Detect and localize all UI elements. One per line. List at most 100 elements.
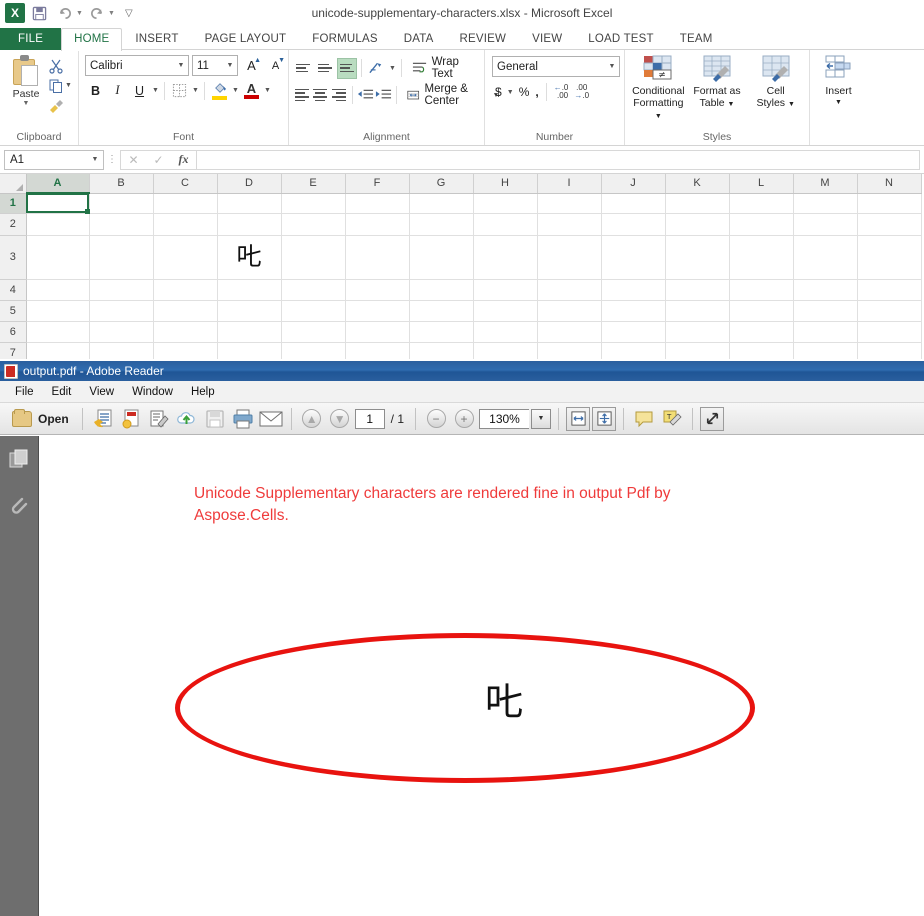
cell-g5[interactable]: [409, 300, 473, 321]
number-format-dropdown-icon[interactable]: ▼: [605, 63, 619, 70]
copy-button[interactable]: ▼: [48, 76, 73, 95]
increase-font-size-button[interactable]: A▲: [241, 55, 262, 76]
cell-j5[interactable]: [601, 300, 665, 321]
cell-l1[interactable]: [729, 193, 793, 213]
cut-button[interactable]: [48, 56, 73, 75]
menu-edit[interactable]: Edit: [43, 384, 81, 400]
cell-l2[interactable]: [729, 213, 793, 235]
wrap-text-button[interactable]: Wrap Text: [406, 56, 480, 80]
email-file-button[interactable]: [258, 406, 284, 432]
cell-l3[interactable]: [729, 235, 793, 279]
font-name-combobox[interactable]: Calibri ▼: [85, 55, 189, 76]
row-header-1[interactable]: 1: [0, 193, 26, 213]
paste-dropdown-icon[interactable]: ▼: [23, 100, 30, 107]
cell-j3[interactable]: [601, 235, 665, 279]
cell-l4[interactable]: [729, 279, 793, 300]
row-header-3[interactable]: 3: [0, 235, 26, 279]
cell-l6[interactable]: [729, 321, 793, 342]
increase-indent-button[interactable]: [375, 85, 393, 106]
zoom-level-input[interactable]: 130%: [479, 409, 529, 429]
bold-button[interactable]: B: [85, 80, 106, 101]
cell-c4[interactable]: [153, 279, 217, 300]
orientation-button[interactable]: [366, 58, 387, 79]
enter-icon[interactable]: ✓: [146, 153, 171, 167]
borders-button[interactable]: [169, 80, 190, 101]
customize-quick-access-toolbar-icon[interactable]: ▽: [117, 2, 141, 24]
tab-insert[interactable]: INSERT: [122, 29, 191, 50]
cell-m2[interactable]: [793, 213, 857, 235]
cell-h6[interactable]: [473, 321, 537, 342]
column-header-f[interactable]: F: [345, 174, 409, 193]
cancel-icon[interactable]: ✕: [121, 153, 146, 167]
cell-j2[interactable]: [601, 213, 665, 235]
copy-dropdown-icon[interactable]: ▼: [64, 82, 73, 89]
cell-l5[interactable]: [729, 300, 793, 321]
underline-button[interactable]: U: [129, 80, 150, 101]
insert-cells-button[interactable]: Insert ▼: [814, 53, 863, 109]
column-header-l[interactable]: L: [729, 174, 793, 193]
comma-style-button[interactable]: ,: [533, 82, 540, 102]
cell-g2[interactable]: [409, 213, 473, 235]
cell-i1[interactable]: [537, 193, 601, 213]
highlight-text-button[interactable]: T: [659, 406, 685, 432]
cell-a1[interactable]: [26, 193, 89, 213]
cell-j7[interactable]: [601, 342, 665, 359]
cell-k4[interactable]: [665, 279, 729, 300]
font-size-dropdown-icon[interactable]: ▼: [223, 62, 237, 69]
tab-view[interactable]: VIEW: [519, 29, 575, 50]
column-header-i[interactable]: I: [537, 174, 601, 193]
borders-dropdown-icon[interactable]: ▼: [191, 87, 200, 94]
cell-b4[interactable]: [89, 279, 153, 300]
cell-n4[interactable]: [857, 279, 921, 300]
cell-n2[interactable]: [857, 213, 921, 235]
cell-l7[interactable]: [729, 342, 793, 359]
row-header-5[interactable]: 5: [0, 300, 26, 321]
cell-e3[interactable]: [281, 235, 345, 279]
underline-dropdown-icon[interactable]: ▼: [151, 87, 160, 94]
column-header-k[interactable]: K: [665, 174, 729, 193]
row-header-4[interactable]: 4: [0, 279, 26, 300]
cell-h2[interactable]: [473, 213, 537, 235]
upload-to-cloud-button[interactable]: [174, 406, 200, 432]
cell-n3[interactable]: [857, 235, 921, 279]
column-header-d[interactable]: D: [217, 174, 281, 193]
cell-e4[interactable]: [281, 279, 345, 300]
cell-d7[interactable]: [217, 342, 281, 359]
cell-h1[interactable]: [473, 193, 537, 213]
font-name-dropdown-icon[interactable]: ▼: [174, 62, 188, 69]
cell-m3[interactable]: [793, 235, 857, 279]
cell-d3[interactable]: 𠮟: [217, 235, 281, 279]
cell-k1[interactable]: [665, 193, 729, 213]
increase-decimal-button[interactable]: ←.0.00: [552, 82, 571, 102]
cell-c1[interactable]: [153, 193, 217, 213]
cell-d2[interactable]: [217, 213, 281, 235]
cell-e7[interactable]: [281, 342, 345, 359]
cell-i3[interactable]: [537, 235, 601, 279]
cell-b5[interactable]: [89, 300, 153, 321]
fit-width-button[interactable]: [566, 407, 590, 431]
column-header-m[interactable]: M: [793, 174, 857, 193]
save-icon[interactable]: [27, 2, 51, 24]
cell-f6[interactable]: [345, 321, 409, 342]
cell-b7[interactable]: [89, 342, 153, 359]
menu-help[interactable]: Help: [182, 384, 224, 400]
cell-m5[interactable]: [793, 300, 857, 321]
comment-panel-button[interactable]: [631, 406, 657, 432]
cell-j6[interactable]: [601, 321, 665, 342]
decrease-decimal-button[interactable]: .00→.0: [572, 82, 591, 102]
orientation-dropdown-icon[interactable]: ▼: [388, 65, 397, 72]
cell-k5[interactable]: [665, 300, 729, 321]
align-top-button[interactable]: [293, 58, 314, 79]
decrease-font-size-button[interactable]: A▼: [265, 55, 286, 76]
cell-c5[interactable]: [153, 300, 217, 321]
cell-m6[interactable]: [793, 321, 857, 342]
format-painter-button[interactable]: [48, 96, 73, 115]
undo-icon[interactable]: [53, 2, 77, 24]
column-header-c[interactable]: C: [153, 174, 217, 193]
cell-h5[interactable]: [473, 300, 537, 321]
cell-a3[interactable]: [26, 235, 89, 279]
cell-a4[interactable]: [26, 279, 89, 300]
attachments-button[interactable]: [7, 494, 31, 518]
accounting-format-button[interactable]: $: [493, 82, 504, 102]
cell-c2[interactable]: [153, 213, 217, 235]
